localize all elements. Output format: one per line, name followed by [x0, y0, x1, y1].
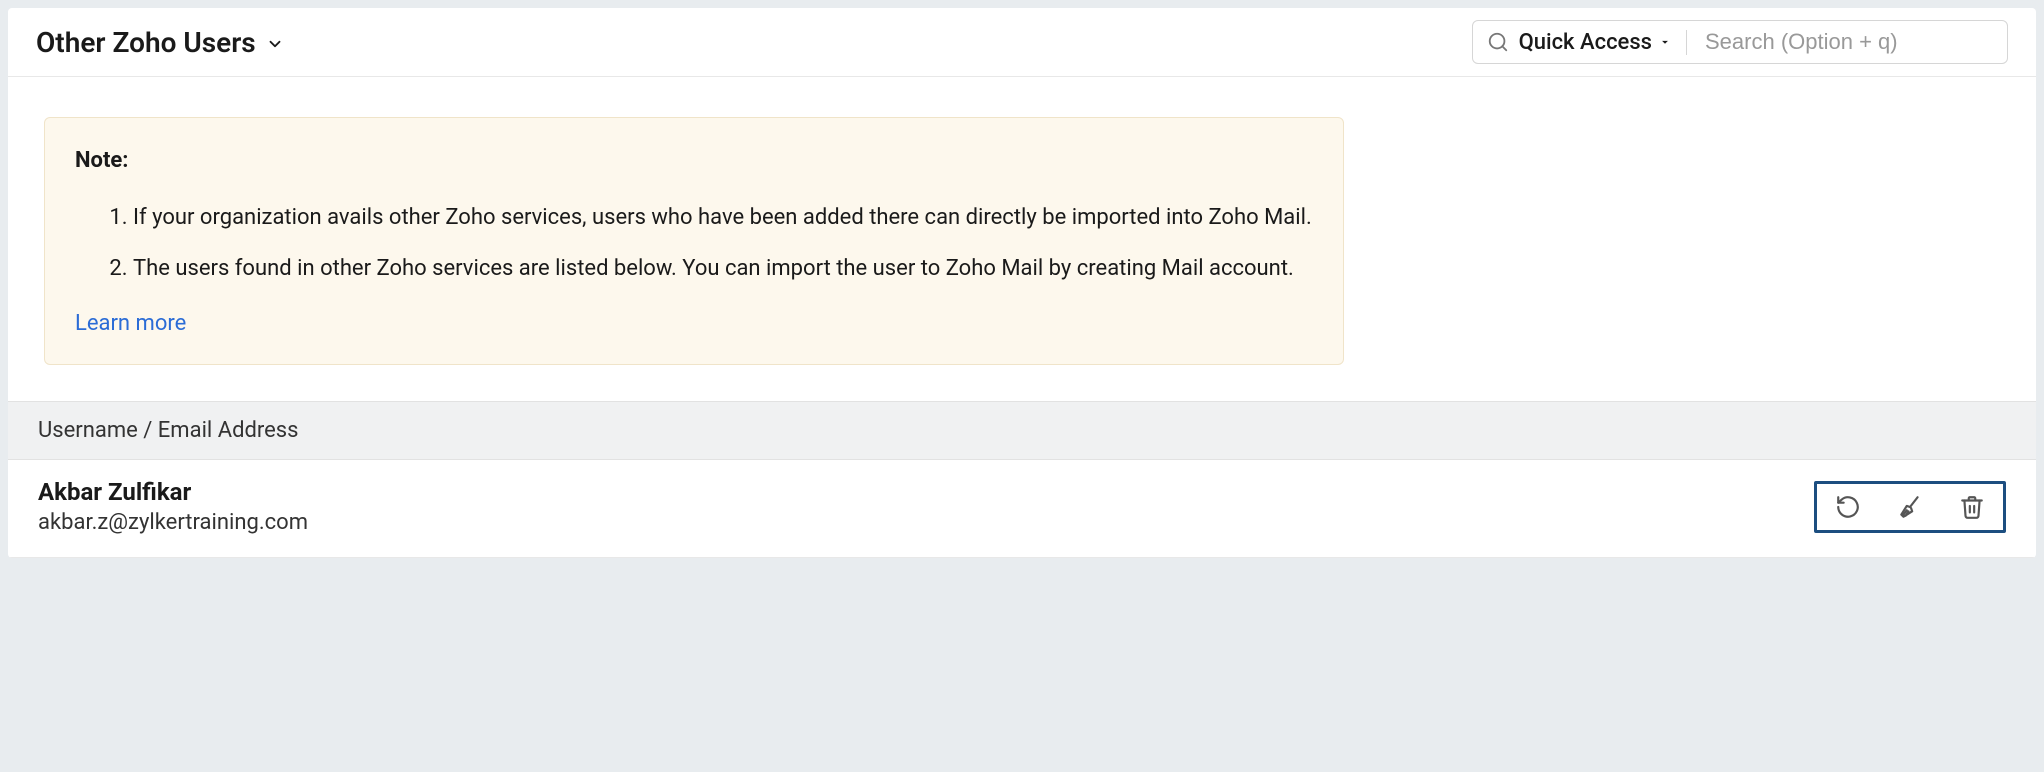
quick-access-dropdown[interactable]: Quick Access [1519, 30, 1687, 55]
user-info: Akbar Zulfikar akbar.z@zylkertraining.co… [38, 478, 308, 535]
search-input[interactable] [1697, 29, 1993, 55]
note-box: Note: If your organization avails other … [44, 117, 1344, 365]
page-title: Other Zoho Users [36, 26, 256, 59]
page-header: Other Zoho Users Quick Access [8, 8, 2036, 77]
row-actions [1814, 481, 2006, 533]
note-item: The users found in other Zoho services a… [133, 252, 1313, 285]
quick-access-label: Quick Access [1519, 30, 1652, 55]
note-item: If your organization avails other Zoho s… [133, 201, 1313, 234]
clean-button[interactable] [1897, 494, 1923, 520]
note-list: If your organization avails other Zoho s… [75, 201, 1313, 285]
table-row: Akbar Zulfikar akbar.z@zylkertraining.co… [8, 460, 2036, 558]
learn-more-link[interactable]: Learn more [75, 311, 186, 336]
user-email: akbar.z@zylkertraining.com [38, 510, 308, 535]
delete-button[interactable] [1959, 494, 1985, 520]
main-container: Other Zoho Users Quick Access Note: If [8, 8, 2036, 558]
undo-icon [1835, 494, 1861, 520]
trash-icon [1959, 494, 1985, 520]
note-label: Note: [75, 148, 1313, 173]
caret-down-icon [1658, 35, 1672, 49]
search-bar: Quick Access [1472, 20, 2008, 64]
user-name: Akbar Zulfikar [38, 478, 308, 506]
table-header: Username / Email Address [8, 401, 2036, 460]
search-icon [1487, 31, 1509, 53]
page-title-dropdown[interactable]: Other Zoho Users [36, 26, 284, 59]
note-section: Note: If your organization avails other … [8, 77, 2036, 401]
chevron-down-icon [266, 35, 284, 53]
undo-button[interactable] [1835, 494, 1861, 520]
broom-icon [1897, 494, 1923, 520]
